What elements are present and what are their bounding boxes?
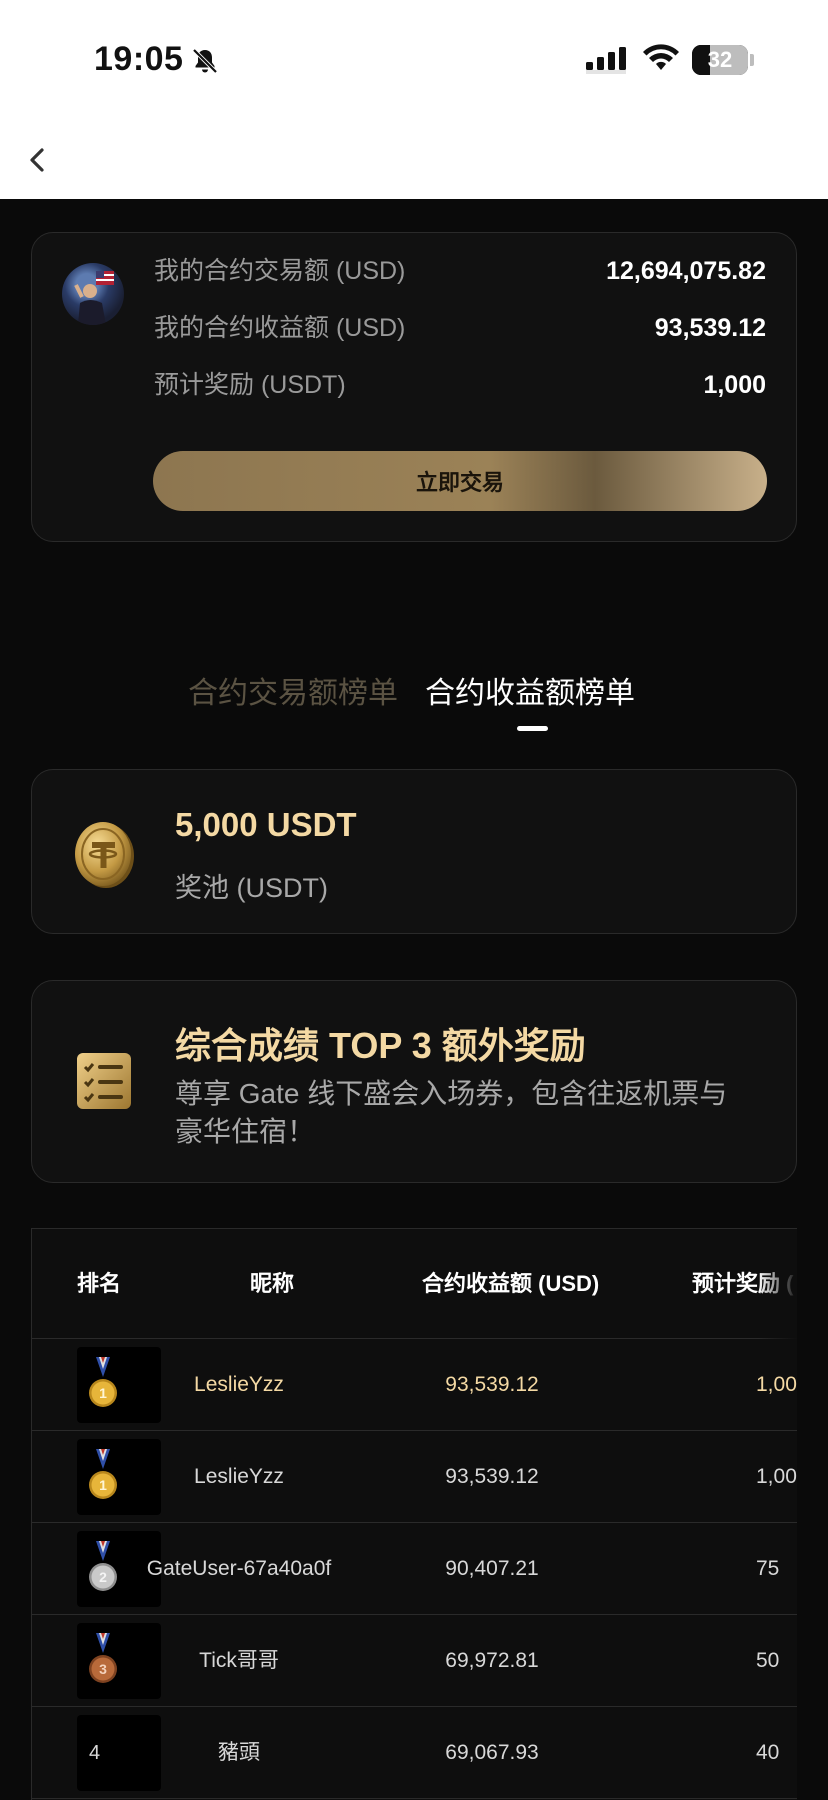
summary-label: 我的合约交易额 (USD) xyxy=(154,257,406,285)
nickname-cell: 豬頭 xyxy=(218,1741,260,1764)
summary-row-profit: 我的合约收益额 (USD) 93,539.12 xyxy=(154,308,766,348)
profit-cell: 90,407.21 xyxy=(445,1557,539,1580)
nickname-cell: Tick哥哥 xyxy=(199,1649,279,1672)
summary-label: 预计奖励 (USDT) xyxy=(154,371,346,399)
summary-row-volume: 我的合约交易额 (USD) 12,694,075.82 xyxy=(154,251,766,291)
prize-pool-amount: 5,000 USDT xyxy=(175,806,357,843)
reward-cell: 1,00 xyxy=(756,1465,797,1488)
battery-cap xyxy=(750,54,754,66)
bell-off-icon xyxy=(192,48,218,74)
usdt-coin-icon xyxy=(75,822,134,888)
summary-value: 12,694,075.82 xyxy=(606,257,766,285)
svg-text:1: 1 xyxy=(99,1385,107,1401)
nickname-cell: LeslieYzz xyxy=(194,1465,284,1488)
prize-pool-card: 5,000 USDT 奖池 (USDT) xyxy=(31,769,797,934)
profit-cell: 69,067.93 xyxy=(445,1741,539,1764)
leaderboard-table: 排名 昵称 合约收益额 (USD) 预计奖励 ( 1 LeslieYzz 93,53… xyxy=(31,1228,797,1800)
tab-profit-leaderboard[interactable]: 合约收益额榜单 xyxy=(425,668,635,720)
back-arrow-icon[interactable] xyxy=(20,140,56,180)
reward-cell: 40 xyxy=(756,1741,780,1764)
column-header-profit: 合约收益额 (USD) xyxy=(422,1271,600,1296)
summary-value: 93,539.12 xyxy=(654,314,766,342)
medal-gold-icon: 1 xyxy=(89,1357,117,1407)
table-header: 排名 昵称 合约收益额 (USD) 预计奖励 ( xyxy=(32,1229,797,1339)
my-summary-card: 我的合约交易额 (USD) 12,694,075.82 我的合约收益额 (USD… xyxy=(31,232,797,542)
avatar[interactable] xyxy=(62,263,124,325)
nav-bar xyxy=(0,120,828,199)
bonus-title: 综合成绩 TOP 3 额外奖励 xyxy=(175,1025,586,1066)
svg-text:1: 1 xyxy=(99,1477,107,1493)
summary-label: 我的合约收益额 (USD) xyxy=(154,314,406,342)
table-row[interactable]: 2 GateUser-67a40a0f 90,407.21 75 xyxy=(32,1523,797,1615)
trade-now-button[interactable]: 立即交易 xyxy=(153,451,767,511)
profit-cell: 93,539.12 xyxy=(445,1465,539,1488)
checklist-icon xyxy=(77,1053,131,1109)
svg-text:2: 2 xyxy=(99,1569,107,1585)
table-row[interactable]: 3 Tick哥哥 69,972.81 50 xyxy=(32,1615,797,1707)
status-time: 19:05 xyxy=(94,40,184,78)
battery-level: 32 xyxy=(707,47,733,72)
status-bar: 19:05 32 xyxy=(0,0,828,120)
tab-volume-leaderboard[interactable]: 合约交易额榜单 xyxy=(188,668,398,720)
medal-bronze-icon: 3 xyxy=(89,1633,117,1683)
reward-cell: 1,00 xyxy=(756,1373,797,1396)
summary-row-reward: 预计奖励 (USDT) 1,000 xyxy=(154,365,766,405)
rank-number: 4 xyxy=(89,1742,101,1764)
nickname-cell: LeslieYzz xyxy=(194,1373,284,1396)
medal-silver-icon: 2 xyxy=(89,1541,117,1591)
table-row[interactable]: 4 豬頭 69,067.93 40 xyxy=(32,1707,797,1799)
top3-bonus-card: 综合成绩 TOP 3 额外奖励 尊享 Gate 线下盛会入场券，包含往返机票与豪… xyxy=(31,980,797,1183)
table-row[interactable]: 1 LeslieYzz 93,539.12 1,00 xyxy=(32,1431,797,1523)
column-header-rank: 排名 xyxy=(77,1271,122,1296)
prize-pool-label: 奖池 (USDT) xyxy=(175,873,328,903)
active-tab-indicator xyxy=(517,726,548,731)
scroll-fade xyxy=(758,1229,797,1339)
wifi-icon xyxy=(643,44,679,70)
svg-text:3: 3 xyxy=(99,1661,107,1677)
reward-cell: 75 xyxy=(756,1557,780,1580)
column-header-nickname: 昵称 xyxy=(250,1271,295,1296)
profit-cell: 69,972.81 xyxy=(445,1649,539,1672)
table-row[interactable]: 1 LeslieYzz 93,539.12 1,00 xyxy=(32,1339,797,1431)
bonus-description: 尊享 Gate 线下盛会入场券，包含往返机票与豪华住宿！ xyxy=(175,1078,728,1147)
summary-value: 1,000 xyxy=(703,371,766,399)
medal-gold-icon: 1 xyxy=(89,1449,117,1499)
nickname-cell: GateUser-67a40a0f xyxy=(146,1557,332,1580)
cellular-signal-icon xyxy=(586,47,626,74)
battery-icon: 32 xyxy=(692,45,748,75)
profit-cell: 93,539.12 xyxy=(445,1373,539,1396)
leaderboard-tabs: 合约交易额榜单 合约收益额榜单 xyxy=(0,668,828,731)
reward-cell: 50 xyxy=(756,1649,780,1672)
